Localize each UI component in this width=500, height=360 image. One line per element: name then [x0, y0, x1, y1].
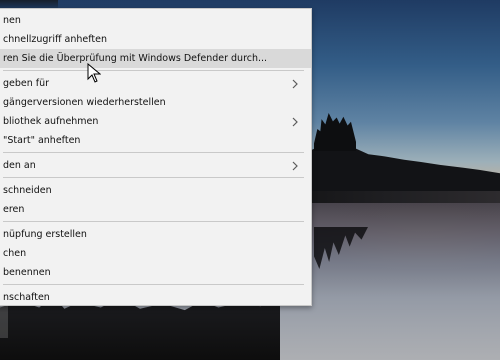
- menu-item-include-in-library[interactable]: bliothek aufnehmen: [0, 112, 311, 131]
- menu-item-label: nen: [3, 15, 21, 26]
- chevron-right-icon: [290, 74, 300, 93]
- mouse-pointer-icon: [87, 62, 102, 83]
- chevron-right-icon: [290, 112, 300, 131]
- menu-item-label: benennen: [3, 267, 51, 278]
- menu-item-label: nschaften: [3, 292, 50, 303]
- menu-item-delete[interactable]: chen: [0, 244, 311, 263]
- menu-separator: [3, 70, 304, 71]
- menu-item-label: chnellzugriff anheften: [3, 34, 108, 45]
- menu-item-send-to[interactable]: den an: [0, 156, 311, 175]
- menu-item-properties[interactable]: nschaften: [0, 288, 311, 307]
- menu-item-label: bliothek aufnehmen: [3, 116, 99, 127]
- menu-item-open[interactable]: nen: [0, 11, 311, 30]
- menu-item-label: chen: [3, 248, 27, 259]
- menu-separator: [3, 152, 304, 153]
- menu-item-label: eren: [3, 204, 25, 215]
- menu-separator: [3, 284, 304, 285]
- menu-item-create-shortcut[interactable]: nüpfung erstellen: [0, 225, 311, 244]
- menu-separator: [3, 221, 304, 222]
- menu-item-share-with[interactable]: geben für: [0, 74, 311, 93]
- menu-item-rename[interactable]: benennen: [0, 263, 311, 282]
- menu-separator: [3, 177, 304, 178]
- menu-item-windows-defender-scan[interactable]: ren Sie die Überprüfung mit Windows Defe…: [0, 49, 311, 68]
- menu-item-label: schneiden: [3, 185, 52, 196]
- menu-item-cut[interactable]: schneiden: [0, 181, 311, 200]
- shoreline: [312, 191, 500, 203]
- menu-item-restore-previous-versions[interactable]: gängerversionen wiederherstellen: [0, 93, 311, 112]
- tree-silhouette: [314, 113, 356, 151]
- chevron-right-icon: [290, 156, 300, 175]
- menu-item-label: geben für: [3, 78, 50, 89]
- menu-item-copy[interactable]: eren: [0, 200, 311, 219]
- menu-item-label: gängerversionen wiederherstellen: [3, 97, 166, 108]
- menu-item-label: den an: [3, 160, 36, 171]
- menu-item-label: "Start" anheften: [3, 135, 81, 146]
- desktop-background: nen chnellzugriff anheften ren Sie die Ü…: [0, 0, 500, 360]
- context-menu: nen chnellzugriff anheften ren Sie die Ü…: [0, 8, 312, 306]
- menu-item-pin-quick-access[interactable]: chnellzugriff anheften: [0, 30, 311, 49]
- menu-item-label: nüpfung erstellen: [3, 229, 87, 240]
- menu-item-pin-to-start[interactable]: "Start" anheften: [0, 131, 311, 150]
- menu-item-label: ren Sie die Überprüfung mit Windows Defe…: [3, 53, 268, 64]
- desktop-edge-bar: [0, 306, 8, 338]
